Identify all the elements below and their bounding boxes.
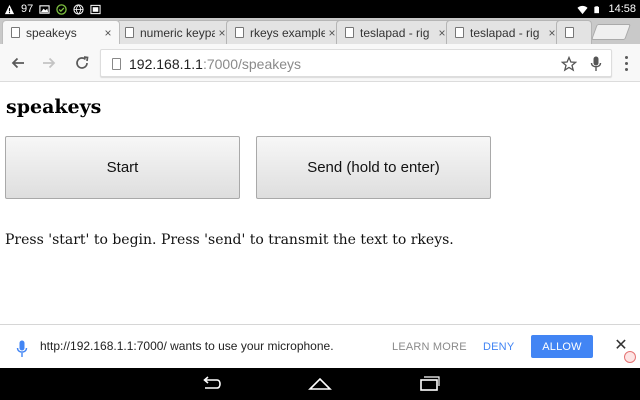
page-content: speakeys Start Send (hold to enter) Pres… — [0, 82, 640, 324]
url-path: :7000/speakeys — [202, 56, 302, 72]
menu-dot — [624, 55, 628, 59]
page-icon — [125, 27, 134, 38]
check-circle-icon — [56, 3, 67, 15]
recents-nav-icon[interactable] — [416, 374, 442, 394]
page-icon — [455, 27, 464, 38]
page-title: speakeys — [6, 96, 102, 118]
warning-icon — [4, 4, 15, 14]
globe-icon — [73, 3, 84, 15]
menu-dot — [624, 61, 628, 65]
page-icon — [11, 27, 20, 38]
menu-dot — [624, 67, 628, 71]
microphone-icon — [16, 340, 28, 357]
learn-more-link[interactable]: LEARN MORE — [392, 341, 467, 353]
forward-button[interactable] — [38, 52, 60, 74]
page-icon — [235, 27, 244, 38]
url-text[interactable]: 192.168.1.1:7000/speakeys — [129, 56, 301, 72]
back-button[interactable] — [7, 52, 29, 74]
back-nav-icon[interactable] — [199, 374, 225, 394]
new-tab-button[interactable] — [591, 24, 631, 40]
microphone-icon[interactable] — [590, 56, 602, 72]
gallery-icon — [90, 4, 101, 14]
home-nav-icon[interactable] — [307, 374, 333, 394]
tab-overflow[interactable] — [556, 20, 592, 44]
permission-message: http://192.168.1.1:7000/ wants to use yo… — [40, 339, 334, 353]
status-bar: 97 14:58 — [0, 0, 640, 18]
page-icon — [345, 27, 354, 38]
arrow-right-icon — [43, 57, 56, 69]
reload-icon — [76, 56, 89, 69]
reload-button[interactable] — [71, 52, 93, 74]
notification-count: 97 — [21, 3, 34, 15]
navigation-bar — [0, 368, 640, 400]
menu-button[interactable] — [616, 52, 636, 74]
status-bar-left: 97 — [4, 2, 101, 16]
tab-rkeys-example[interactable]: rkeys example × — [226, 20, 344, 44]
tab-title: numeric keypad — [140, 25, 215, 40]
browser-toolbar: 192.168.1.1:7000/speakeys — [0, 44, 640, 82]
indicator-dot-icon — [624, 351, 636, 363]
wifi-icon — [577, 5, 589, 14]
tab-strip: speakeys × numeric keypad × rkeys exampl… — [0, 18, 640, 44]
tab-title: teslapad - rig — [360, 25, 430, 40]
battery-icon — [594, 5, 600, 13]
tab-speakeys[interactable]: speakeys × — [2, 20, 120, 44]
tab-teslapad-2[interactable]: teslapad - rig × — [446, 20, 564, 44]
clock: 14:58 — [608, 3, 636, 15]
start-button[interactable]: Start — [5, 136, 240, 199]
permission-infobar: http://192.168.1.1:7000/ wants to use yo… — [0, 324, 640, 368]
tab-teslapad-1[interactable]: teslapad - rig × — [336, 20, 454, 44]
url-host: 192.168.1.1 — [129, 56, 203, 72]
tab-title: teslapad - rig — [470, 25, 540, 40]
arrow-left-icon — [11, 57, 24, 69]
page-icon — [112, 58, 121, 70]
allow-button[interactable]: ALLOW — [531, 335, 593, 358]
bookmark-star-icon[interactable] — [561, 56, 577, 72]
tab-title: speakeys — [26, 25, 77, 40]
tab-numeric-keypad[interactable]: numeric keypad × — [116, 20, 234, 44]
address-bar[interactable]: 192.168.1.1:7000/speakeys — [100, 49, 612, 77]
close-icon[interactable]: × — [101, 26, 115, 40]
deny-button[interactable]: DENY — [483, 341, 514, 353]
tab-title: rkeys example — [250, 25, 325, 40]
instructions-text: Press 'start' to begin. Press 'send' to … — [5, 232, 454, 248]
image-icon — [39, 4, 50, 14]
status-bar-right: 14:58 — [577, 2, 636, 16]
page-icon — [565, 27, 574, 38]
send-button[interactable]: Send (hold to enter) — [256, 136, 491, 199]
